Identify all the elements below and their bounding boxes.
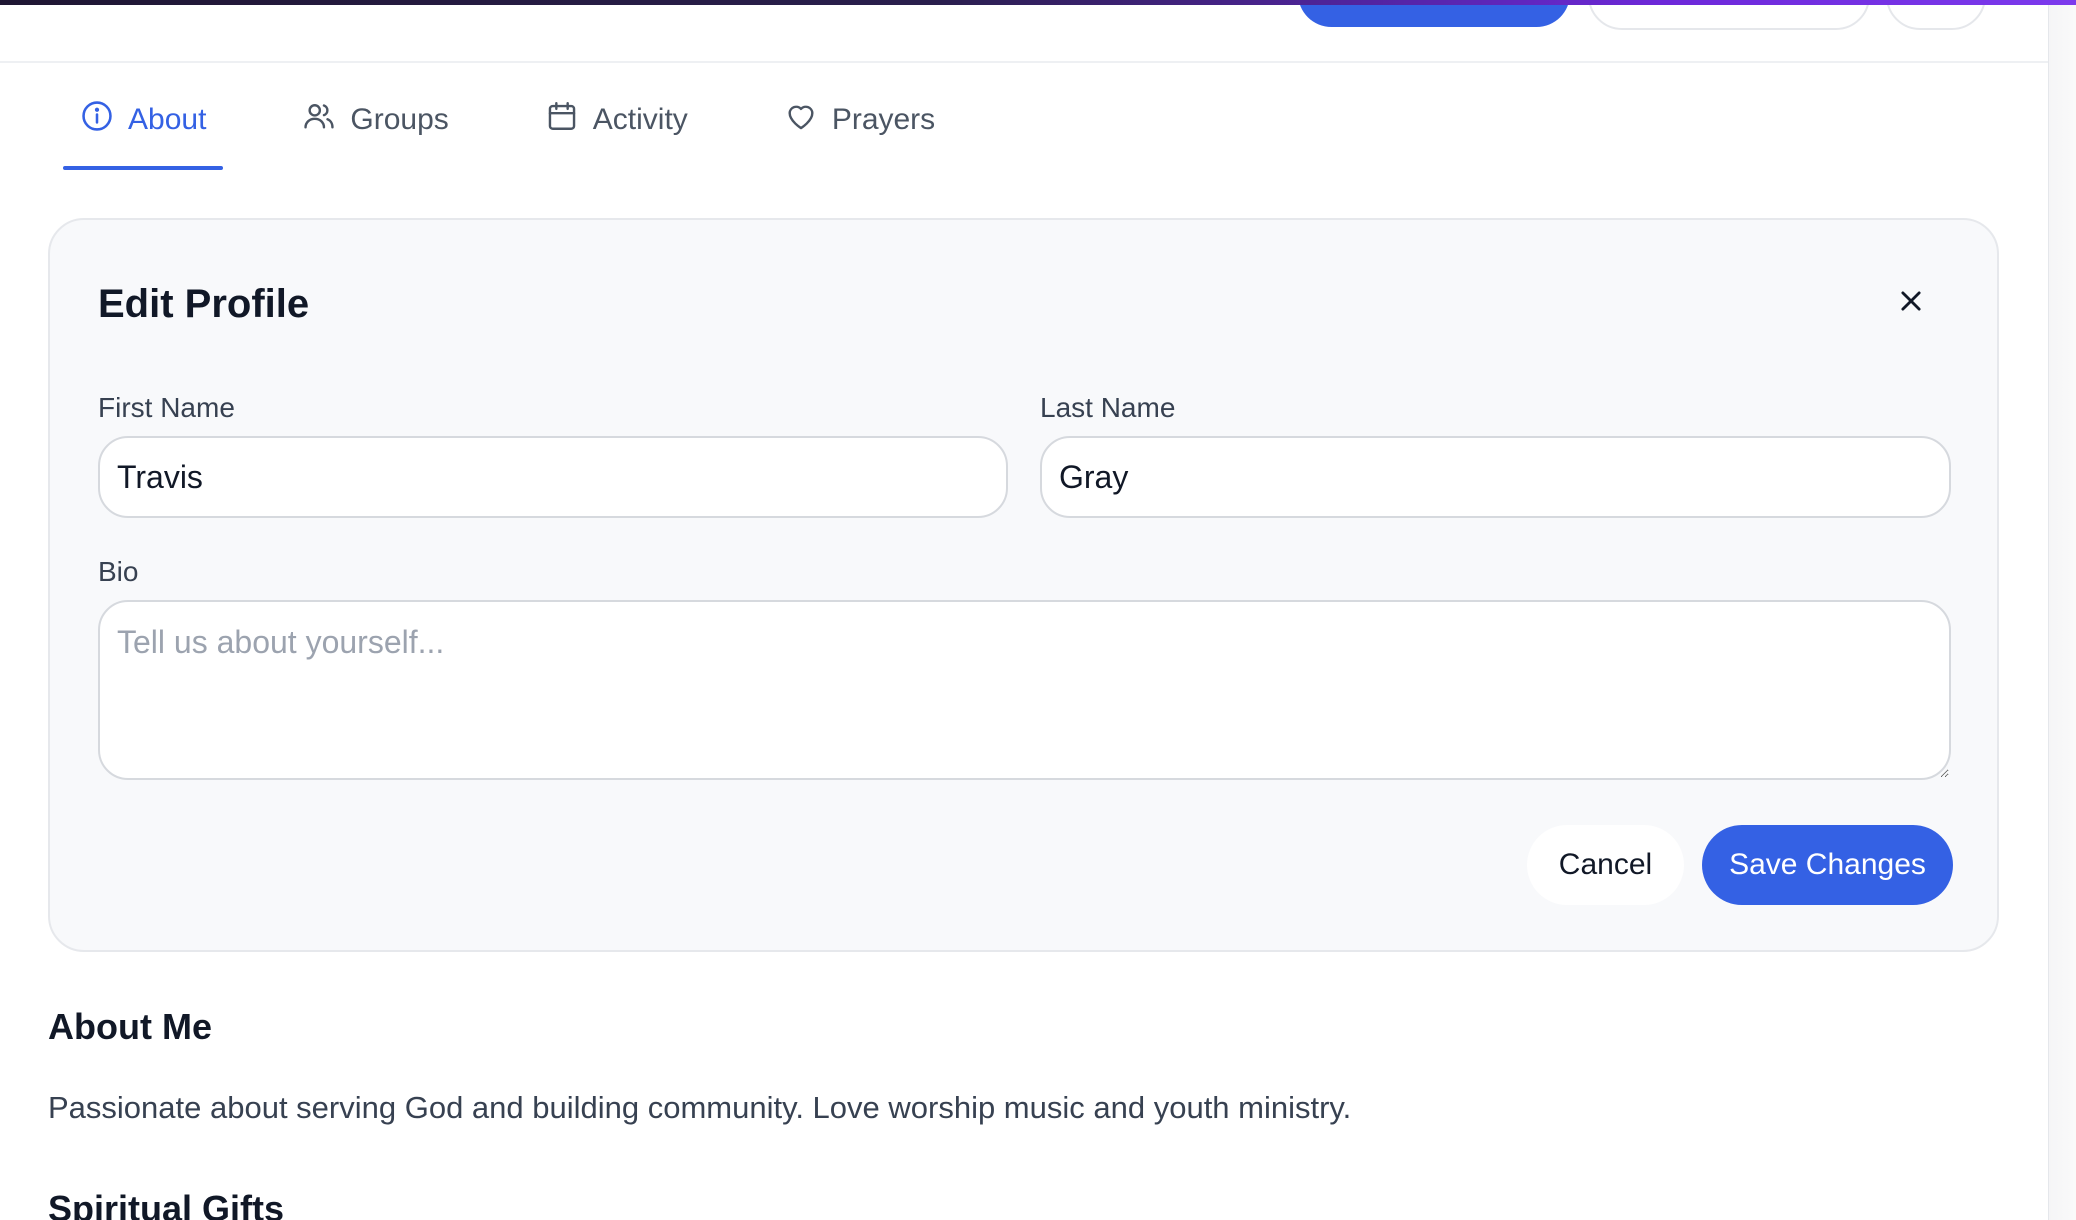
card-title: Edit Profile — [98, 282, 310, 326]
about-me-heading: About Me — [48, 1006, 212, 1047]
cancel-button[interactable]: Cancel — [1527, 825, 1684, 905]
close-icon — [1897, 287, 1925, 320]
calendar-icon — [545, 99, 579, 141]
bio-textarea[interactable] — [98, 600, 1951, 780]
last-name-label: Last Name — [1040, 392, 1176, 423]
tab-groups[interactable]: Groups — [285, 70, 465, 170]
tab-label: About — [128, 103, 207, 136]
bio-label: Bio — [98, 556, 139, 587]
info-icon — [80, 99, 114, 141]
about-me-text: Passionate about serving God and buildin… — [48, 1090, 1352, 1125]
top-accent-bar — [0, 0, 2076, 5]
close-button[interactable] — [1886, 278, 1936, 328]
save-changes-button[interactable]: Save Changes — [1702, 825, 1953, 905]
profile-tabs: About Groups Activity Prayers — [63, 70, 1014, 170]
tab-label: Activity — [592, 103, 688, 136]
first-name-input[interactable] — [98, 436, 1008, 518]
window-gutter — [2049, 0, 2076, 1220]
tab-about[interactable]: About — [63, 70, 224, 170]
heart-icon — [784, 99, 818, 141]
tab-label: Groups — [350, 103, 449, 136]
spiritual-gifts-heading: Spiritual Gifts — [48, 1188, 285, 1220]
users-icon — [302, 99, 336, 141]
tab-label: Prayers — [831, 103, 936, 136]
first-name-label: First Name — [98, 392, 235, 423]
last-name-input[interactable] — [1040, 436, 1951, 518]
edit-profile-card: Edit Profile First Name Last Name Bio Ca… — [48, 218, 1999, 952]
tab-activity[interactable]: Activity — [528, 70, 705, 170]
profile-page: About Groups Activity Prayers Edit Profi… — [0, 0, 2076, 1220]
page-header — [0, 0, 2048, 63]
tab-prayers[interactable]: Prayers — [767, 70, 952, 170]
